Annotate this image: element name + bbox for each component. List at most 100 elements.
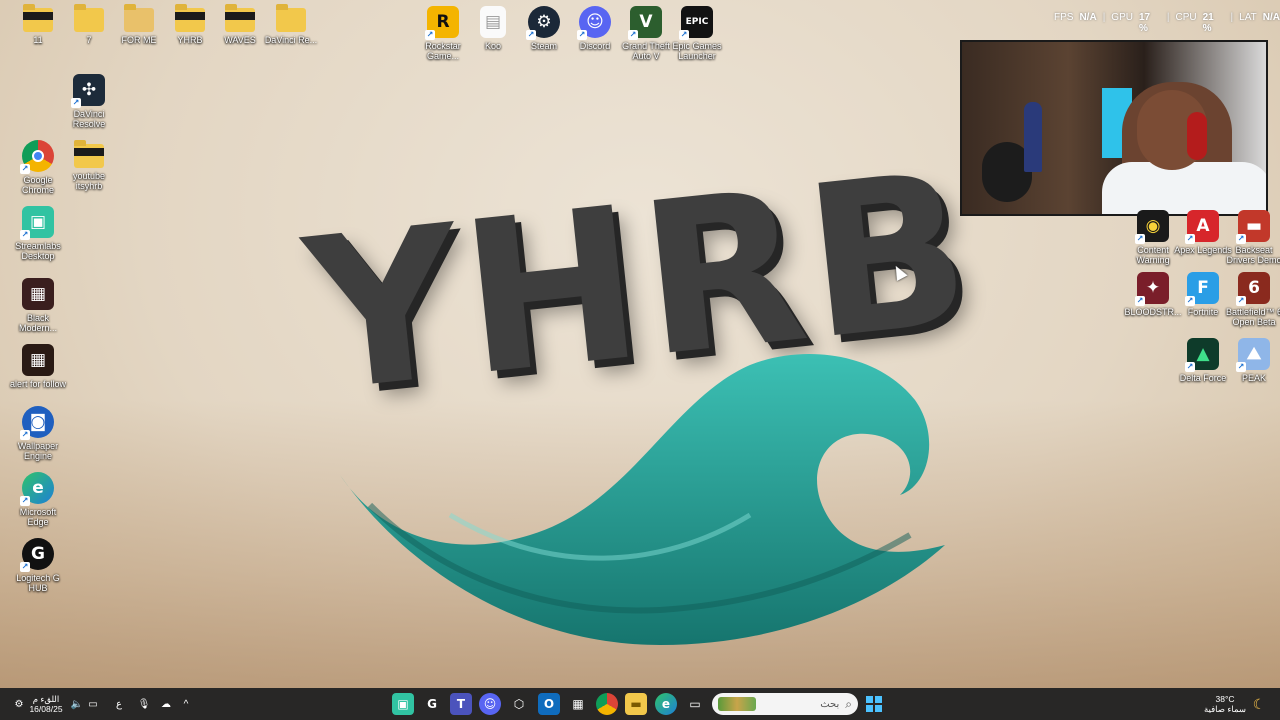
desktop-icon-discord[interactable]: ☺ ↗ Discord — [566, 6, 624, 51]
desktop-icon-black-modern[interactable]: ▦ Black Modern... — [9, 278, 67, 333]
davinci-icon: ✣ ↗ — [71, 74, 105, 108]
taskbar-chrome-icon[interactable] — [596, 693, 618, 715]
desktop-icon-chrome[interactable]: ↗ Google Chrome — [9, 140, 67, 195]
battlefield-icon: 6 ↗ — [1236, 272, 1270, 306]
desktop-icon-label: Backseat Drivers Demo — [1226, 245, 1280, 265]
image-icon: ▦ — [22, 278, 54, 310]
desktop-icon-steam[interactable]: ⚙ ↗ Steam — [515, 6, 573, 51]
cpu-label: CPU — [1175, 12, 1197, 23]
desktop-icon-folder-waves[interactable]: WAVES — [211, 4, 269, 45]
microphone-icon[interactable]: 🎙 — [137, 693, 151, 715]
desktop-icon-label: PEAK — [1241, 373, 1266, 383]
desktop-icon-battlefield[interactable]: 6 ↗ Battlefield™ 6 Open Beta — [1225, 272, 1280, 327]
hud-separator: | — [1230, 12, 1234, 23]
desktop-icon-label: Microsoft Edge — [19, 507, 57, 527]
desktop-icon-label: Delta Force — [1179, 373, 1227, 383]
wallpaper-engine-icon: ◙ ↗ — [20, 406, 54, 440]
fps-label: FPS — [1054, 12, 1074, 23]
desktop-icon-peak[interactable]: ⛰ ↗ PEAK — [1225, 338, 1280, 383]
desktop-icon-label: 11 — [33, 35, 43, 45]
taskbar-search-box[interactable]: بحث ⌕ — [712, 693, 858, 715]
taskbar-edge-icon[interactable]: e — [655, 693, 677, 715]
taskbar-file-explorer-icon[interactable]: ▬ — [625, 693, 647, 715]
discord-icon: ☺ ↗ — [577, 6, 611, 40]
desktop-icon-fortnite[interactable]: F ↗ Fortnite — [1174, 272, 1232, 317]
onedrive-cloud-icon[interactable]: ☁ — [158, 693, 174, 715]
taskbar-store-icon[interactable]: ▦ — [567, 693, 589, 715]
chrome-icon: ↗ — [20, 140, 54, 174]
windows-start-icon[interactable] — [866, 696, 882, 712]
taskbar: ⚙ اللقء م 16/08/25 🔈 ▭ ع 🎙 ☁ ^ ▣ G T ☺ ⬡… — [0, 688, 1280, 720]
desktop-icon-youtube-folder[interactable]: youtube itsyhrb — [60, 140, 118, 191]
edge-icon: e ↗ — [20, 472, 54, 506]
lat-value: N/A — [1262, 12, 1280, 23]
gpu-value: 17 % — [1138, 12, 1151, 34]
taskbar-task-view-icon[interactable]: ▭ — [684, 693, 706, 715]
desktop-icon-label: BLOODSTR... — [1124, 307, 1182, 317]
clock-date: 16/08/25 — [29, 704, 63, 714]
desktop-icon-logitech[interactable]: G ↗ Logitech G HUB — [9, 538, 67, 593]
fps-value: N/A — [1079, 12, 1097, 23]
chevron-up-icon[interactable]: ^ — [180, 693, 192, 715]
desktop-icon-label: Grand Theft Auto V — [622, 41, 670, 61]
desktop-icon-apex[interactable]: A ↗ Apex Legends — [1174, 210, 1232, 255]
desktop-icon-label: DaVinci Re... — [264, 35, 318, 45]
desktop-icon-epic-games[interactable]: EPIC ↗ Epic Games Launcher — [668, 6, 726, 61]
desktop-icon-label: Black Modern... — [18, 313, 58, 333]
search-placeholder: بحث — [820, 698, 840, 710]
desktop-icon-label: Discord — [579, 41, 611, 51]
display-icon[interactable]: ▭ — [86, 693, 100, 715]
desktop-icon-label: FOR ME — [121, 35, 157, 45]
desktop-icon-label: Wallpaper Engine — [17, 441, 59, 461]
taskbar-unity-icon[interactable]: ⬡ — [508, 693, 530, 715]
desktop-icon-folder-for-me[interactable]: FOR ME — [110, 4, 168, 45]
desktop-icon-backseat-drivers[interactable]: ▬ ↗ Backseat Drivers Demo — [1225, 210, 1280, 265]
notifications-gear-icon[interactable]: ⚙ — [10, 693, 28, 715]
taskbar-outlook-icon[interactable]: O — [538, 693, 560, 715]
taskbar-logitech-icon[interactable]: G — [421, 693, 443, 715]
epic-icon: EPIC ↗ — [679, 6, 713, 40]
lat-label: LAT — [1239, 12, 1257, 23]
webcam-figurine — [1024, 102, 1042, 172]
delta-force-icon: ▲ ↗ — [1185, 338, 1219, 372]
weather-temperature: 38°C — [1215, 694, 1235, 704]
desktop-icon-delta-force[interactable]: ▲ ↗ Delta Force — [1174, 338, 1232, 383]
desktop-icon-label: YHRB — [177, 35, 203, 45]
wallpaper-wave-graphic — [340, 354, 945, 645]
desktop-icon-gta-v[interactable]: V ↗ Grand Theft Auto V — [617, 6, 675, 61]
desktop-icon-davinci-resolve[interactable]: ✣ ↗ DaVinci Resolve — [60, 74, 118, 129]
desktop-icon-koo[interactable]: ▤ Koo — [464, 6, 522, 51]
weather-widget[interactable]: 38°C سماء صافية — [1200, 693, 1250, 715]
desktop-icon-folder-davinci[interactable]: DaVinci Re... — [262, 4, 320, 45]
desktop-icon-wallpaper-engine[interactable]: ◙ ↗ Wallpaper Engine — [9, 406, 67, 461]
taskbar-teams-icon[interactable]: T — [450, 693, 472, 715]
desktop-icon-streamlabs[interactable]: ▣ ↗ Streamlabs Desktop — [9, 206, 67, 261]
folder-icon — [124, 4, 154, 32]
desktop-icon-label: Google Chrome — [21, 175, 54, 195]
language-indicator[interactable]: ع — [112, 693, 126, 715]
clock-time: اللقء م — [32, 694, 60, 704]
desktop-icon-label: Steam — [530, 41, 557, 51]
weather-description: سماء صافية — [1204, 704, 1246, 714]
desktop-icon-folder-11[interactable]: 11 — [9, 4, 67, 45]
peak-icon: ⛰ ↗ — [1236, 338, 1270, 372]
webcam-overlay — [960, 40, 1268, 216]
desktop-icon-edge[interactable]: e ↗ Microsoft Edge — [9, 472, 67, 527]
webcam-person-shirt — [1102, 162, 1266, 214]
document-icon: ▤ — [480, 6, 506, 38]
desktop-icon-label: Apex Legends — [1174, 245, 1232, 255]
desktop-icon-label: Logitech G HUB — [16, 573, 60, 593]
cpu-value: 21 % — [1202, 12, 1214, 34]
volume-icon[interactable]: 🔈 — [70, 693, 84, 715]
folder-icon — [225, 4, 255, 32]
taskbar-discord-icon[interactable]: ☺ — [479, 693, 501, 715]
desktop-icon-label: Fortnite — [1187, 307, 1219, 317]
webcam-headset — [1187, 112, 1207, 160]
taskbar-streamlabs-icon[interactable]: ▣ — [392, 693, 414, 715]
search-icon: ⌕ — [845, 696, 852, 711]
clock[interactable]: اللقء م 16/08/25 — [28, 693, 64, 715]
desktop-icon-alert-for-follow[interactable]: ▦ alert for follow — [9, 344, 67, 389]
performance-overlay: FPS N/A | GPU 17 % | CPU 21 % | LAT N/A — [1054, 12, 1280, 34]
steam-icon: ⚙ ↗ — [526, 6, 560, 40]
desktop-icon-label: youtube itsyhrb — [72, 171, 106, 191]
